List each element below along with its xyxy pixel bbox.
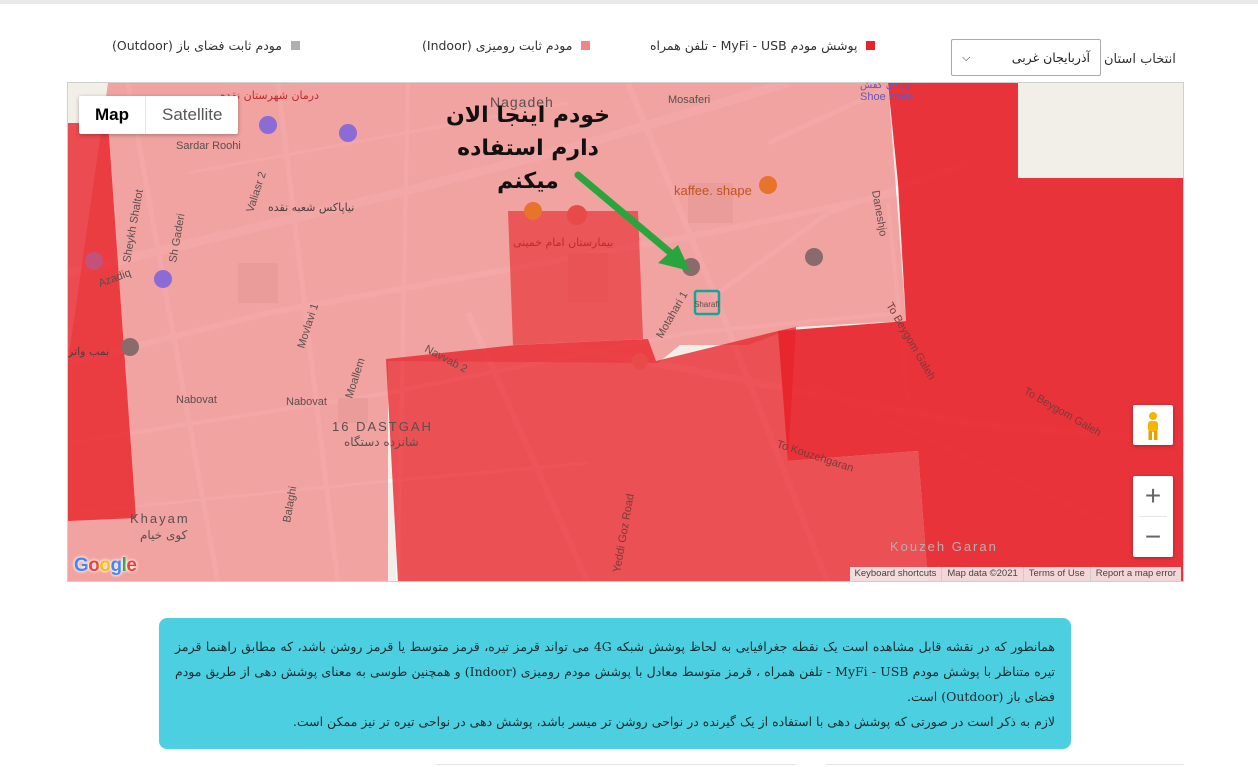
legend-indoor-swatch [581, 41, 591, 50]
annotation-line: خودم اینجا الان [446, 103, 610, 128]
map-attribution: Keyboard shortcuts Map data ©2021 Terms … [849, 567, 1181, 581]
map-label: کوی خیام [140, 528, 188, 543]
legend-indoor-label: مودم ثابت رومیزی (Indoor) [422, 38, 573, 53]
province-select[interactable]: آذربایجان غربی ⌵ [951, 39, 1101, 76]
google-logo[interactable]: Google [74, 555, 137, 577]
map-label: Sharafi [694, 300, 720, 309]
map-label: kaffee. shape [674, 183, 752, 198]
map-label: Shoe store [860, 91, 913, 103]
map-data-text: Map data ©2021 [941, 567, 1022, 581]
province-label: انتخاب استان [1104, 52, 1176, 67]
keyboard-shortcuts-link[interactable]: Keyboard shortcuts [850, 567, 942, 581]
legend-outdoor-swatch [290, 41, 300, 50]
terms-of-use-link[interactable]: Terms of Use [1022, 567, 1090, 581]
top-border [0, 0, 1258, 4]
legend-usb-swatch [866, 41, 876, 50]
zoom-control: + − [1133, 476, 1173, 557]
zoom-out-button[interactable]: − [1133, 517, 1173, 557]
map-label: بمب واتر [68, 345, 109, 358]
map-label: Kouzeh Garan [890, 539, 998, 554]
map-label: Mosaferi [668, 94, 710, 106]
map-label: Nabovat [286, 396, 327, 408]
map-label: تولیدی کفش [860, 83, 913, 91]
map-type-control: Map Satellite [79, 96, 239, 134]
info-paragraph: همانطور که در نقشه قابل مشاهده است یک نق… [175, 639, 1055, 704]
map-type-satellite-button[interactable]: Satellite [145, 96, 238, 134]
legend-indoor: مودم ثابت رومیزی (Indoor) [422, 38, 591, 53]
map-label: 16 DASTGAH [332, 419, 433, 434]
map-label: Nabovat [176, 394, 217, 406]
map-type-map-button[interactable]: Map [79, 96, 145, 134]
legend-usb-label: پوشش مودم MyFi - USB - تلفن همراه [650, 38, 858, 53]
map-label: Khayam [130, 511, 190, 526]
annotation-text: خودم اینجا الان دارم استفاده میکنم [428, 99, 628, 198]
coverage-map[interactable]: Nagadeh Mosaferi Sardar Roohi Valiasr 2 … [67, 82, 1184, 582]
plus-icon: + [1144, 480, 1162, 511]
minus-icon: − [1144, 521, 1162, 552]
legend-outdoor-label: مودم ثابت فضای باز (Outdoor) [112, 38, 282, 53]
annotation-line: میکنم [497, 169, 559, 194]
legend-outdoor: مودم ثابت فضای باز (Outdoor) [112, 38, 300, 53]
report-map-error-link[interactable]: Report a map error [1089, 567, 1181, 581]
legend-usb: پوشش مودم MyFi - USB - تلفن همراه [650, 38, 876, 53]
province-selected-value: آذربایجان غربی [1011, 50, 1090, 65]
info-paragraph: لازم به ذکر است در صورتی که پوشش دهی با … [292, 714, 1055, 729]
map-label: Sardar Roohi [176, 140, 241, 152]
chevron-down-icon: ⌵ [962, 50, 971, 64]
map-label: نیاپاکس شعبه نقده [268, 201, 354, 214]
pegman-icon [1148, 412, 1158, 440]
info-box: همانطور که در نقشه قابل مشاهده است یک نق… [159, 618, 1071, 749]
zoom-in-button[interactable]: + [1133, 476, 1173, 516]
street-view-pegman-button[interactable] [1133, 405, 1173, 445]
annotation-line: دارم استفاده [457, 136, 599, 161]
map-label: بیمارستان امام خمینی [513, 236, 613, 249]
map-label: شانزده دستگاه [344, 435, 419, 450]
